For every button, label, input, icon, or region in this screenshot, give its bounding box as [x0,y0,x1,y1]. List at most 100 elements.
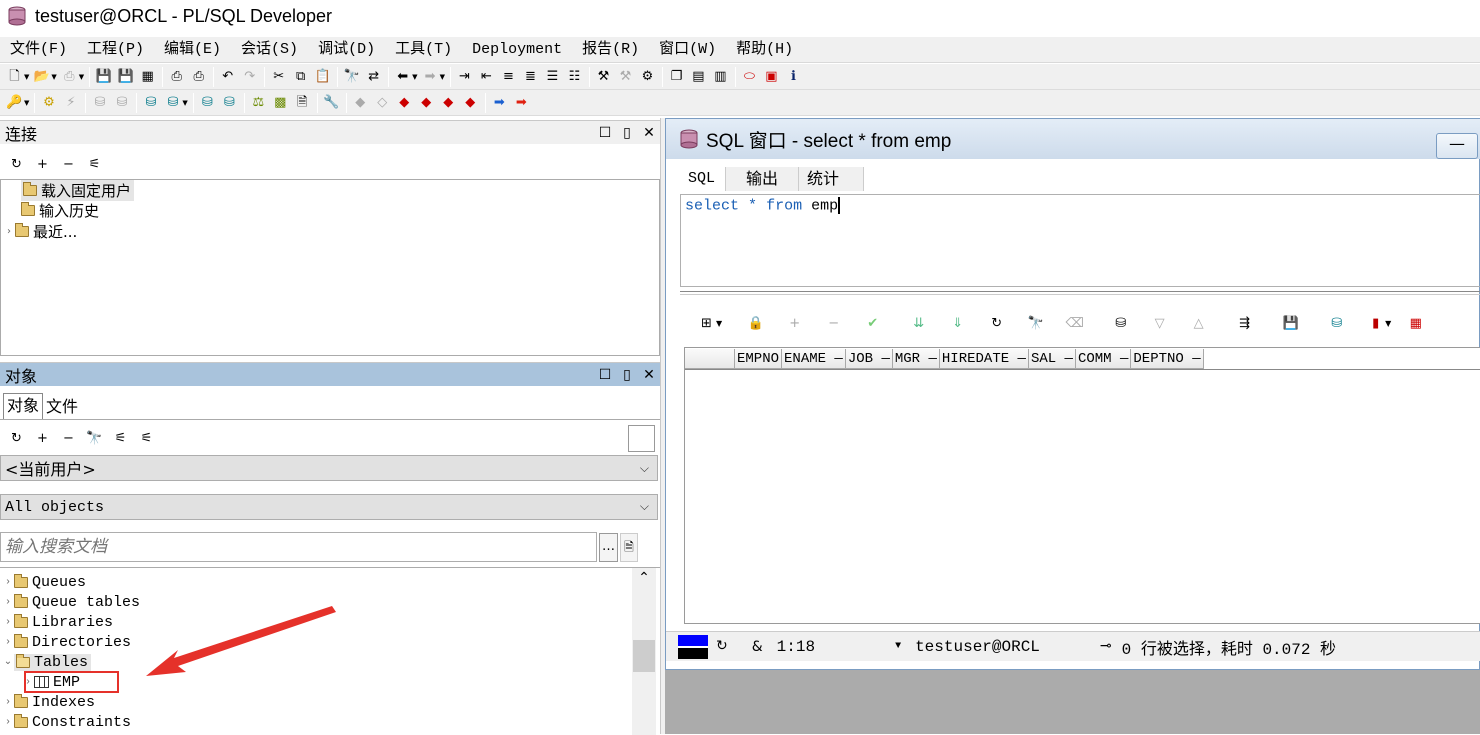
tab-output[interactable]: 输出 [726,167,800,191]
collapse-chevron-icon[interactable]: ⌄ [2,656,14,668]
uppercase-icon[interactable]: ☰ [542,66,563,87]
arrow-right-red-icon[interactable]: ➡ [511,92,532,113]
open-folder-icon[interactable]: 📂 [31,66,52,87]
compare-icon[interactable]: ⚖ [248,92,269,113]
dropdown-arrow-icon[interactable]: ▼ [716,319,722,328]
dropdown-arrow-icon[interactable]: ▼ [1385,319,1391,328]
arrow-right-blue-icon[interactable]: ➡ [489,92,510,113]
fetch-last-icon[interactable]: ⇓ [947,313,968,334]
paste-icon[interactable]: 📋 [312,66,333,87]
sort-ascending-icon[interactable]: △ [1188,313,1209,334]
tree-item-constraints[interactable]: › Constraints [2,712,131,732]
panel-close-icon[interactable]: ✕ [638,367,660,383]
undo-icon[interactable]: ↶ [217,66,238,87]
menu-tools[interactable]: 工具(T) [385,38,462,62]
remove-icon[interactable]: − [58,154,79,175]
delete-record-icon[interactable]: − [823,313,844,334]
export-save-icon[interactable]: 💾 [1280,313,1301,334]
tree-item-libraries[interactable]: › Libraries [2,612,113,632]
expand-chevron-icon[interactable]: › [2,597,14,608]
run-to-cursor-icon[interactable]: ◆ [438,92,459,113]
dropdown-arrow-icon[interactable]: ▼ [182,99,187,107]
editor-result-splitter[interactable] [680,291,1480,295]
column-header-hiredate[interactable]: HIREDATE — [939,348,1029,369]
tile-horizontal-icon[interactable]: ▤ [688,66,709,87]
menu-session[interactable]: 会话(S) [231,38,308,62]
add-icon[interactable]: + [32,428,53,449]
tree-item-queues[interactable]: › Queues [2,572,86,592]
column-header-deptno[interactable]: DEPTNO — [1131,348,1204,369]
tab-sql[interactable]: SQL [678,167,727,191]
find-icon[interactable]: 🔭 [84,428,105,449]
panel-float-icon[interactable]: ☐ [594,367,616,383]
break-icon[interactable]: ⚡ [60,92,81,113]
report-icon[interactable]: ▩ [270,92,291,113]
menu-reports[interactable]: 报告(R) [572,38,649,62]
dropdown-arrow-icon[interactable]: ▼ [412,73,417,81]
sql-editor[interactable]: select * from emp [680,194,1480,287]
commit-icon[interactable]: ⛁ [89,92,110,113]
search-doc-icon[interactable]: 🗎 [620,533,638,562]
dropdown-arrow-icon[interactable]: ▼ [24,73,29,81]
single-record-view-icon[interactable]: ⇶ [1234,313,1255,334]
save-icon[interactable]: 💾 [93,66,114,87]
tab-statistics[interactable]: 统计 [799,167,865,191]
redo-icon[interactable]: ↷ [239,66,260,87]
sql-database-icon[interactable]: ⛁ [140,92,161,113]
panel-pin-icon[interactable]: ▯ [616,125,638,141]
info-icon[interactable]: ℹ [783,66,804,87]
search-input[interactable] [0,532,597,562]
test-window-icon[interactable]: ⛁ [219,92,240,113]
search-more-button[interactable]: … [599,533,618,562]
find-icon[interactable]: 🔭 [341,66,362,87]
object-filter-select[interactable]: All objects ⌵ [0,494,658,520]
scroll-up-icon[interactable]: ⌃ [632,568,656,588]
step-into-icon[interactable]: ◇ [372,92,393,113]
tile-vertical-icon[interactable]: ▥ [710,66,731,87]
expand-chevron-icon[interactable]: › [2,617,14,628]
query-by-example-icon[interactable]: ⛁ [1110,313,1131,334]
cut-icon[interactable]: ✂ [268,66,289,87]
expand-chevron-icon[interactable]: › [3,226,15,237]
step-over-icon[interactable]: ◆ [394,92,415,113]
menu-debug[interactable]: 调试(D) [308,38,385,62]
lock-icon[interactable]: 🔒 [745,313,766,334]
post-changes-icon[interactable]: ✔ [862,313,883,334]
column-header-empno[interactable]: EMPNO [735,348,783,369]
tree-item-recent[interactable]: › 最近... [3,221,77,241]
refresh-icon[interactable]: ↻ [6,428,27,449]
menu-project[interactable]: 工程(P) [77,38,154,62]
menu-window[interactable]: 窗口(W) [649,38,726,62]
remove-icon[interactable]: − [58,428,79,449]
print-icon[interactable]: ⎙ [166,66,187,87]
color-swatch-button[interactable] [628,425,655,452]
find-icon[interactable]: 🔭 [1025,313,1046,334]
replace-icon[interactable]: ⇄ [363,66,384,87]
menu-edit[interactable]: 编辑(E) [154,38,231,62]
fetch-next-icon[interactable]: ⇊ [908,313,929,334]
sort-descending-icon[interactable]: ▽ [1149,313,1170,334]
add-icon[interactable]: + [32,154,53,175]
forward-icon[interactable]: ➡ [420,66,441,87]
filter-icon[interactable]: ⚟ [110,428,131,449]
chart-icon[interactable]: ▮ [1365,313,1386,334]
minimize-button[interactable]: — [1436,133,1478,159]
back-icon[interactable]: ⬅ [392,66,413,87]
document-icon[interactable]: 🗎 [292,92,313,113]
comment-icon[interactable]: ≡ [498,66,519,87]
copy-icon[interactable]: ⧉ [290,66,311,87]
column-header-mgr[interactable]: MGR — [892,348,940,369]
dropdown-arrow-icon[interactable]: ▼ [51,73,56,81]
scrollbar-thumb[interactable] [633,640,655,672]
expand-chevron-icon[interactable]: › [2,577,14,588]
column-header-comm[interactable]: COMM — [1075,348,1132,369]
refresh-icon[interactable]: ↻ [6,154,27,175]
dropdown-arrow-icon[interactable]: ▼ [79,73,84,81]
uncomment-icon[interactable]: ≣ [520,66,541,87]
save-all-icon[interactable]: ▦ [137,66,158,87]
print-setup-icon[interactable]: ⎙ [188,66,209,87]
wrench-icon[interactable]: 🔧 [321,92,342,113]
explain-plan-icon[interactable]: ⚒ [615,66,636,87]
export-sheet-icon[interactable]: ▦ [1405,313,1426,334]
dropdown-arrow-icon[interactable]: ▼ [440,73,445,81]
